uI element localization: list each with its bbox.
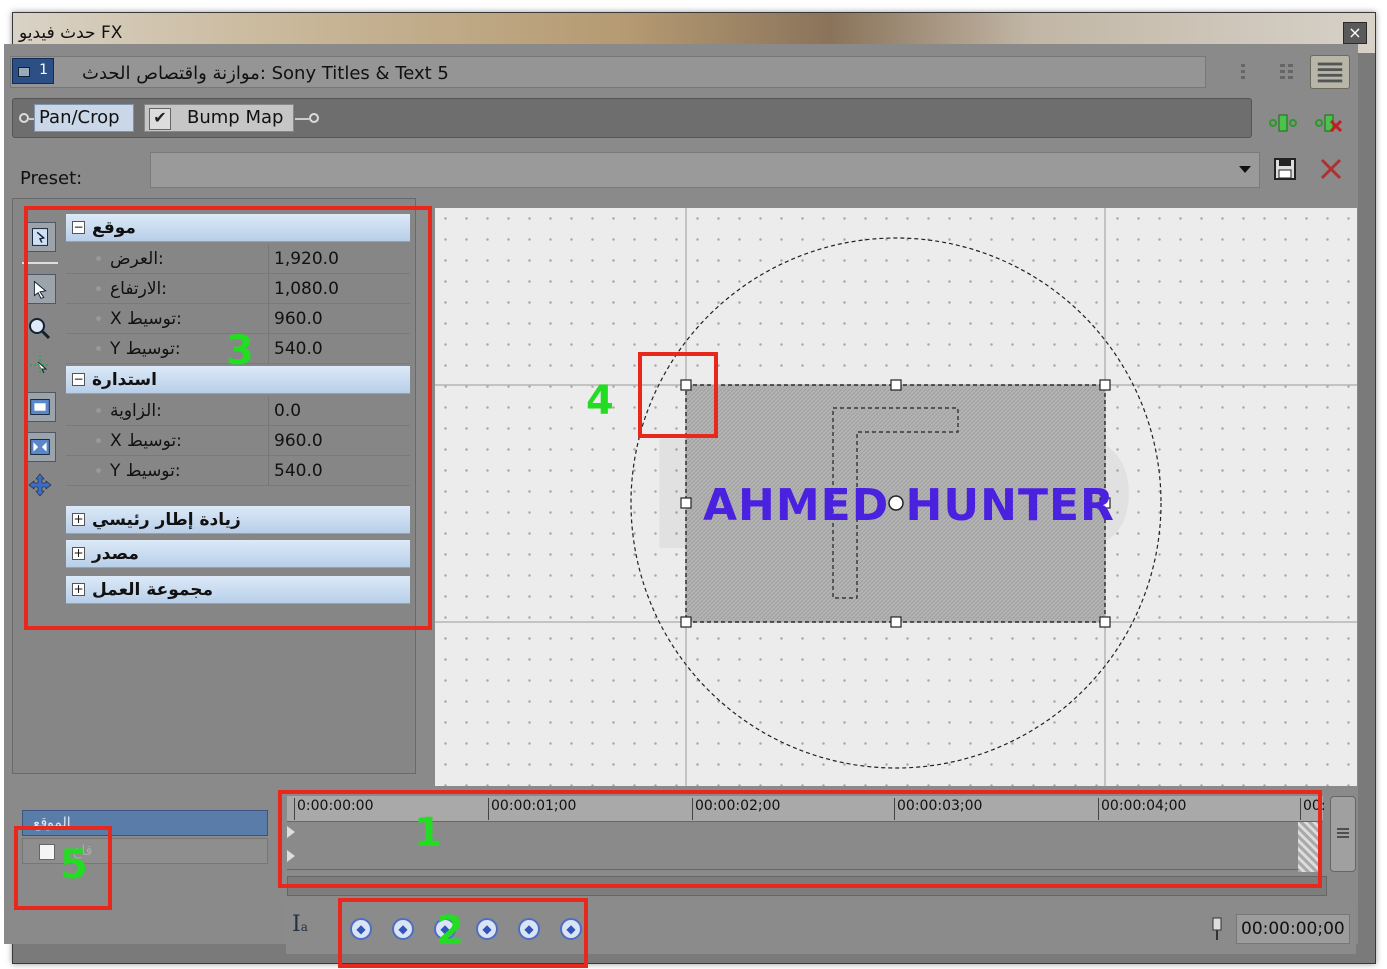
bump-map-label: Bump Map xyxy=(187,107,284,128)
view-list-icon[interactable] xyxy=(1228,58,1258,86)
pan-crop-button[interactable]: Pan/Crop xyxy=(34,104,134,132)
pan-crop-canvas[interactable]: LIVIO VERSION AHMED HUNTER xyxy=(435,208,1357,786)
chevron-down-icon[interactable] xyxy=(1239,166,1251,173)
vertical-scrollbar[interactable] xyxy=(1330,796,1356,872)
delete-preset-icon[interactable] xyxy=(1318,156,1344,182)
window-title: حدث فيديو FX xyxy=(19,23,123,43)
text-lock-icon[interactable]: Ia xyxy=(292,912,320,942)
annotation-number-2: 2 xyxy=(436,908,464,954)
track-number-badge[interactable]: 1 xyxy=(12,58,54,84)
view-columns-icon[interactable] xyxy=(1272,58,1302,86)
save-preset-icon[interactable] xyxy=(1272,156,1298,182)
close-button[interactable]: × xyxy=(1343,22,1367,44)
bump-map-button[interactable]: ✔ Bump Map xyxy=(144,104,294,132)
current-time-display[interactable]: 00:00:00;00 xyxy=(1236,914,1350,944)
sync-cursor-icon[interactable] xyxy=(1208,916,1226,942)
annotation-box-3 xyxy=(24,206,432,630)
chain-end-icon xyxy=(309,113,319,123)
plugin-chain-icon[interactable] xyxy=(1268,112,1298,134)
title-text-preview: AHMED HUNTER xyxy=(703,480,1115,531)
preset-label: Preset: xyxy=(20,168,83,189)
event-title: موازنة واقتصاص الحدث: Sony Titles & Text… xyxy=(82,63,449,84)
track-icon xyxy=(18,67,30,77)
bump-map-checkbox[interactable]: ✔ xyxy=(149,108,171,130)
remove-plugin-icon[interactable] xyxy=(1314,112,1344,134)
annotation-number-5: 5 xyxy=(60,842,88,888)
view-grid-icon[interactable] xyxy=(1310,55,1350,89)
annotation-number-3: 3 xyxy=(226,328,254,374)
chain-start-icon xyxy=(19,113,29,123)
chain-connector xyxy=(295,118,309,120)
track-number: 1 xyxy=(39,62,48,78)
annotation-number-1: 1 xyxy=(414,810,442,856)
annotation-number-4: 4 xyxy=(586,378,614,424)
annotation-box-4 xyxy=(638,352,718,438)
preset-dropdown[interactable] xyxy=(150,152,1260,188)
grip-icon xyxy=(1337,828,1349,838)
